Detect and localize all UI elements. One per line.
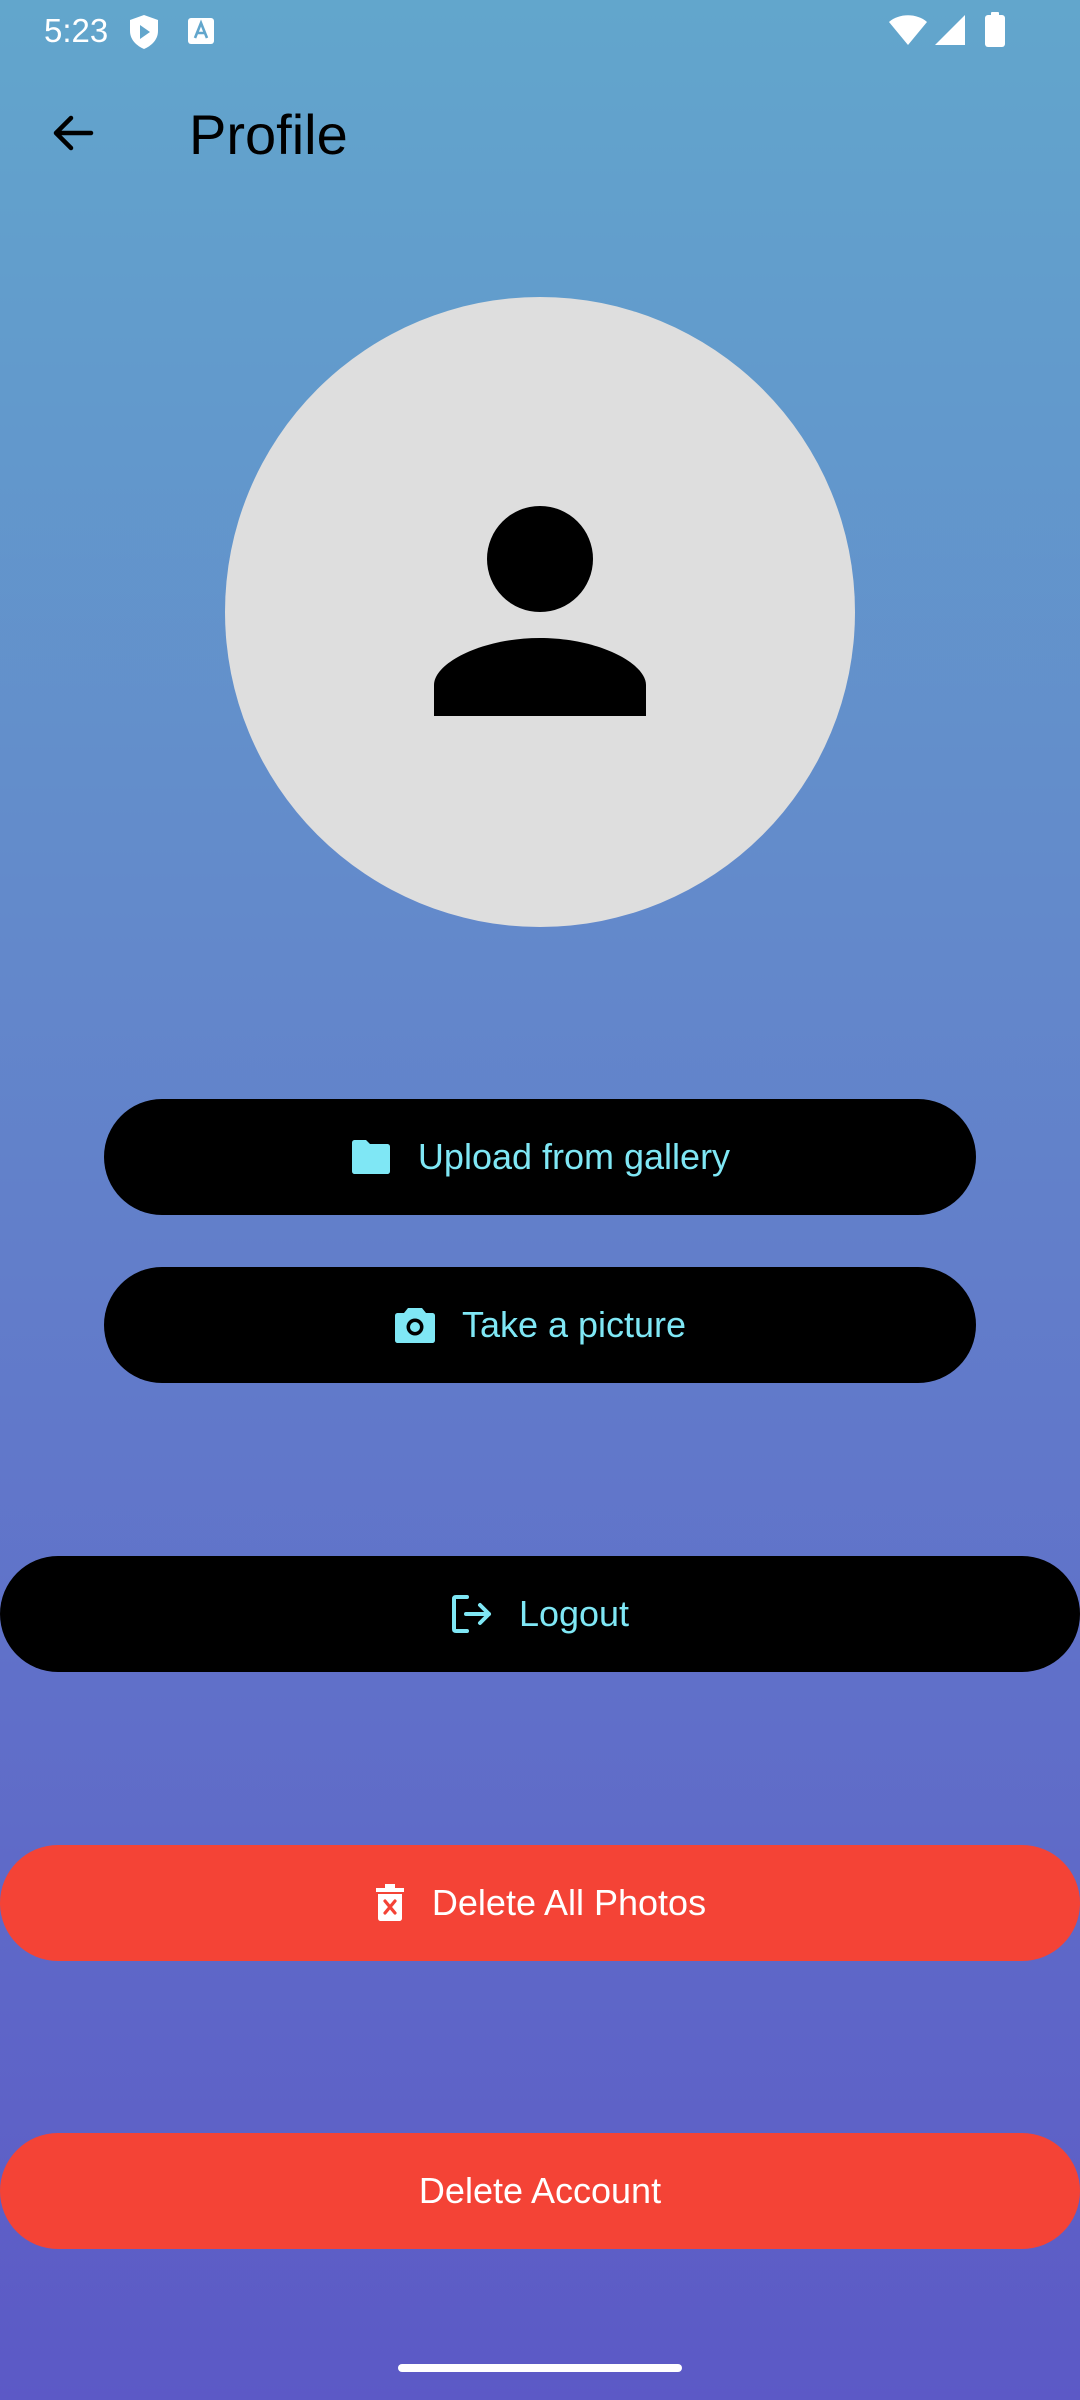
take-picture-label: Take a picture	[461, 1304, 687, 1345]
arrow-left-icon	[49, 109, 97, 162]
upload-from-gallery-label: Upload from gallery	[417, 1136, 731, 1177]
delete-forever-icon	[374, 1884, 406, 1922]
status-bar: 5:23	[0, 0, 1080, 60]
status-time: 5:23	[44, 12, 109, 49]
back-button[interactable]	[36, 98, 110, 172]
avatar[interactable]	[225, 297, 855, 927]
folder-icon	[350, 1139, 392, 1175]
app-bar: Profile	[0, 70, 1080, 200]
a-square-icon	[187, 17, 215, 50]
delete-all-photos-button[interactable]: Delete All Photos	[0, 1845, 1080, 1961]
take-picture-button[interactable]: Take a picture	[104, 1267, 976, 1383]
delete-account-button[interactable]: Delete Account	[0, 2133, 1080, 2249]
battery-icon	[984, 12, 1006, 53]
wifi-icon	[888, 14, 928, 51]
logout-button[interactable]: Logout	[0, 1556, 1080, 1672]
camera-icon	[394, 1307, 436, 1343]
logout-label: Logout	[518, 1593, 630, 1634]
delete-account-label: Delete Account	[418, 2170, 662, 2211]
home-indicator[interactable]	[398, 2364, 682, 2372]
logout-icon	[451, 1594, 493, 1634]
page-title: Profile	[189, 103, 348, 166]
delete-all-photos-label: Delete All Photos	[431, 1882, 707, 1923]
upload-from-gallery-button[interactable]: Upload from gallery	[104, 1099, 976, 1215]
signal-icon	[934, 14, 966, 51]
shield-play-icon	[128, 14, 160, 55]
